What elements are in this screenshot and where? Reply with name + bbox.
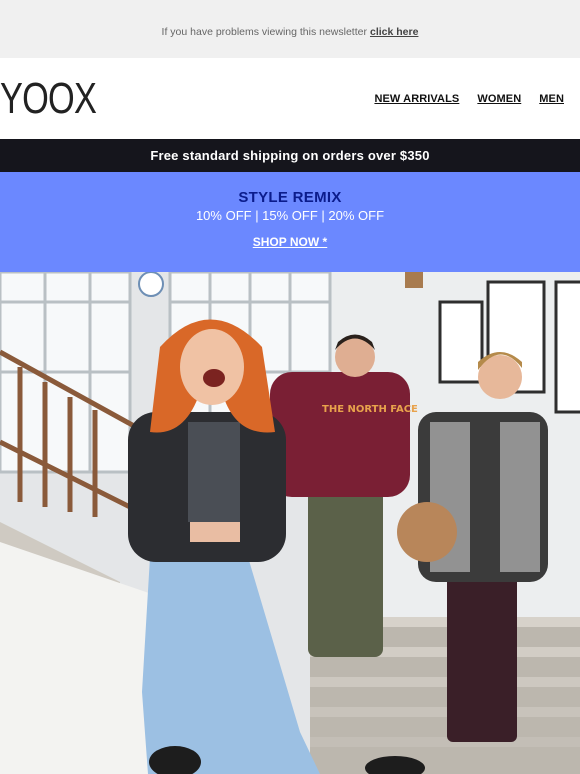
shipping-banner: Free standard shipping on orders over $3…	[0, 139, 580, 172]
hero-illustration: THE NORTH FACE	[0, 272, 580, 774]
promo-title: STYLE REMIX	[238, 189, 342, 206]
clock-icon	[138, 272, 164, 297]
click-here-link[interactable]: click here	[370, 26, 418, 38]
yoox-logo[interactable]: YOOX	[0, 76, 97, 121]
header: YOOX NEW ARRIVALS WOMEN MEN	[0, 58, 580, 139]
preheader-text: If you have problems viewing this newsle…	[161, 26, 367, 38]
hero-image[interactable]: THE NORTH FACE	[0, 272, 580, 774]
svg-text:THE NORTH FACE: THE NORTH FACE	[322, 404, 418, 415]
nav-women[interactable]: WOMEN	[477, 93, 521, 105]
nav-men[interactable]: MEN	[539, 93, 564, 105]
preheader: If you have problems viewing this newsle…	[0, 0, 580, 58]
promo-banner: STYLE REMIX 10% OFF | 15% OFF | 20% OFF …	[0, 172, 580, 272]
shop-now-link[interactable]: SHOP NOW *	[253, 235, 327, 249]
promo-discounts: 10% OFF | 15% OFF | 20% OFF	[195, 208, 385, 223]
nav-new-arrivals[interactable]: NEW ARRIVALS	[374, 93, 459, 105]
main-nav: NEW ARRIVALS WOMEN MEN	[374, 93, 564, 105]
shipping-text: Free standard shipping on orders over $3…	[150, 148, 430, 163]
